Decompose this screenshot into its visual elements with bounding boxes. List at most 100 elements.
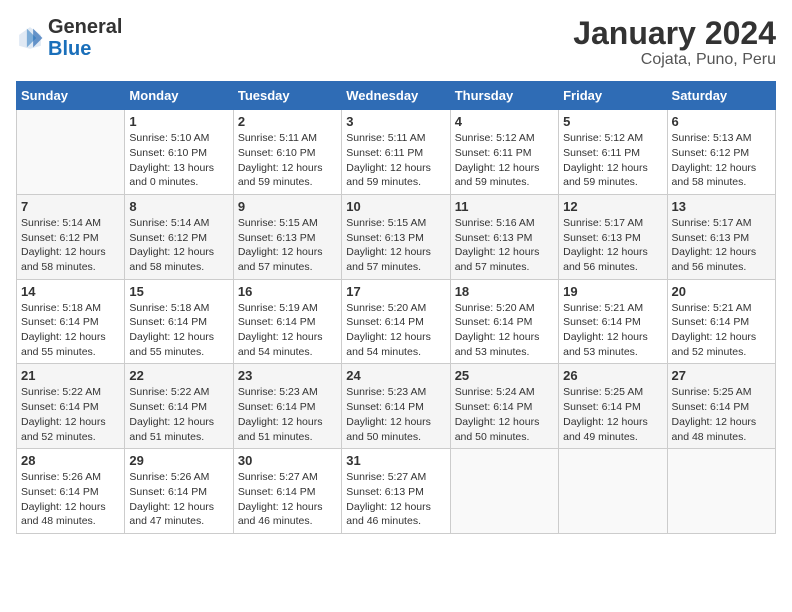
calendar-title: January 2024	[573, 16, 776, 51]
calendar-cell	[559, 449, 667, 534]
day-number: 13	[672, 199, 771, 214]
calendar-week-row: 28Sunrise: 5:26 AM Sunset: 6:14 PM Dayli…	[17, 449, 776, 534]
day-info: Sunrise: 5:23 AM Sunset: 6:14 PM Dayligh…	[238, 385, 337, 444]
calendar-cell	[17, 110, 125, 195]
calendar-cell: 10 Sunrise: 5:15 AM Sunset: 6:13 PM Dayli…	[342, 194, 450, 279]
day-info: Sunrise: 5:13 AM Sunset: 6:12 PM Dayligh…	[672, 131, 771, 190]
logo: General Blue	[16, 16, 122, 60]
day-info: Sunrise: 5:20 AM Sunset: 6:14 PM Dayligh…	[455, 301, 554, 360]
logo-icon	[16, 24, 44, 52]
day-info: Sunrise: 5:18 AM Sunset: 6:14 PM Dayligh…	[21, 301, 120, 360]
day-info: Sunrise: 5:21 AM Sunset: 6:14 PM Dayligh…	[672, 301, 771, 360]
day-number: 20	[672, 284, 771, 299]
day-number: 14	[21, 284, 120, 299]
day-info: Sunrise: 5:25 AM Sunset: 6:14 PM Dayligh…	[563, 385, 662, 444]
day-info: Sunrise: 5:17 AM Sunset: 6:13 PM Dayligh…	[672, 216, 771, 275]
calendar-cell: 1 Sunrise: 5:10 AM Sunset: 6:10 PM Daylig…	[125, 110, 233, 195]
calendar-cell: 8 Sunrise: 5:14 AM Sunset: 6:12 PM Daylig…	[125, 194, 233, 279]
calendar-cell: 13 Sunrise: 5:17 AM Sunset: 6:13 PM Dayli…	[667, 194, 775, 279]
calendar-cell: 29 Sunrise: 5:26 AM Sunset: 6:14 PM Dayli…	[125, 449, 233, 534]
calendar-cell: 9 Sunrise: 5:15 AM Sunset: 6:13 PM Daylig…	[233, 194, 341, 279]
logo-general: General	[48, 16, 122, 38]
day-info: Sunrise: 5:15 AM Sunset: 6:13 PM Dayligh…	[346, 216, 445, 275]
calendar-cell: 11Sunrise: 5:16 AM Sunset: 6:13 PM Dayli…	[450, 194, 558, 279]
calendar-subtitle: Cojata, Puno, Peru	[573, 51, 776, 69]
day-number: 5	[563, 114, 662, 129]
day-info: Sunrise: 5:26 AM Sunset: 6:14 PM Dayligh…	[21, 470, 120, 529]
calendar-header: SundayMondayTuesdayWednesdayThursdayFrid…	[17, 82, 776, 110]
calendar-cell: 15Sunrise: 5:18 AM Sunset: 6:14 PM Dayli…	[125, 279, 233, 364]
calendar-cell: 4 Sunrise: 5:12 AM Sunset: 6:11 PM Daylig…	[450, 110, 558, 195]
logo-text: General Blue	[48, 16, 122, 60]
day-number: 30	[238, 453, 337, 468]
calendar-cell: 27 Sunrise: 5:25 AM Sunset: 6:14 PM Dayli…	[667, 364, 775, 449]
page-header: General Blue January 2024 Cojata, Puno, …	[16, 16, 776, 69]
day-info: Sunrise: 5:10 AM Sunset: 6:10 PM Dayligh…	[129, 131, 228, 190]
calendar-cell: 28Sunrise: 5:26 AM Sunset: 6:14 PM Dayli…	[17, 449, 125, 534]
day-info: Sunrise: 5:24 AM Sunset: 6:14 PM Dayligh…	[455, 385, 554, 444]
col-header-saturday: Saturday	[667, 82, 775, 110]
day-number: 3	[346, 114, 445, 129]
day-number: 23	[238, 368, 337, 383]
calendar-cell: 22 Sunrise: 5:22 AM Sunset: 6:14 PM Dayli…	[125, 364, 233, 449]
day-number: 11	[455, 199, 554, 214]
calendar-cell: 3 Sunrise: 5:11 AM Sunset: 6:11 PM Daylig…	[342, 110, 450, 195]
calendar-cell: 31Sunrise: 5:27 AM Sunset: 6:13 PM Dayli…	[342, 449, 450, 534]
calendar-week-row: 1 Sunrise: 5:10 AM Sunset: 6:10 PM Daylig…	[17, 110, 776, 195]
calendar-body: 1 Sunrise: 5:10 AM Sunset: 6:10 PM Daylig…	[17, 110, 776, 534]
day-info: Sunrise: 5:22 AM Sunset: 6:14 PM Dayligh…	[129, 385, 228, 444]
day-number: 1	[129, 114, 228, 129]
col-header-wednesday: Wednesday	[342, 82, 450, 110]
day-number: 17	[346, 284, 445, 299]
day-number: 29	[129, 453, 228, 468]
calendar-cell: 24Sunrise: 5:23 AM Sunset: 6:14 PM Dayli…	[342, 364, 450, 449]
day-info: Sunrise: 5:21 AM Sunset: 6:14 PM Dayligh…	[563, 301, 662, 360]
day-number: 10	[346, 199, 445, 214]
day-number: 6	[672, 114, 771, 129]
logo-blue: Blue	[48, 38, 91, 60]
calendar-cell: 7Sunrise: 5:14 AM Sunset: 6:12 PM Daylig…	[17, 194, 125, 279]
col-header-monday: Monday	[125, 82, 233, 110]
day-number: 4	[455, 114, 554, 129]
day-info: Sunrise: 5:14 AM Sunset: 6:12 PM Dayligh…	[21, 216, 120, 275]
day-number: 27	[672, 368, 771, 383]
day-number: 26	[563, 368, 662, 383]
day-info: Sunrise: 5:12 AM Sunset: 6:11 PM Dayligh…	[455, 131, 554, 190]
calendar-cell	[667, 449, 775, 534]
calendar-cell: 21Sunrise: 5:22 AM Sunset: 6:14 PM Dayli…	[17, 364, 125, 449]
day-number: 9	[238, 199, 337, 214]
calendar-cell: 17Sunrise: 5:20 AM Sunset: 6:14 PM Dayli…	[342, 279, 450, 364]
calendar-cell: 23 Sunrise: 5:23 AM Sunset: 6:14 PM Dayli…	[233, 364, 341, 449]
day-info: Sunrise: 5:17 AM Sunset: 6:13 PM Dayligh…	[563, 216, 662, 275]
title-area: January 2024 Cojata, Puno, Peru	[573, 16, 776, 69]
day-number: 18	[455, 284, 554, 299]
day-number: 8	[129, 199, 228, 214]
col-header-friday: Friday	[559, 82, 667, 110]
day-number: 22	[129, 368, 228, 383]
calendar-cell	[450, 449, 558, 534]
col-header-sunday: Sunday	[17, 82, 125, 110]
day-info: Sunrise: 5:25 AM Sunset: 6:14 PM Dayligh…	[672, 385, 771, 444]
calendar-cell: 2 Sunrise: 5:11 AM Sunset: 6:10 PM Daylig…	[233, 110, 341, 195]
day-info: Sunrise: 5:11 AM Sunset: 6:11 PM Dayligh…	[346, 131, 445, 190]
calendar-week-row: 21Sunrise: 5:22 AM Sunset: 6:14 PM Dayli…	[17, 364, 776, 449]
day-info: Sunrise: 5:12 AM Sunset: 6:11 PM Dayligh…	[563, 131, 662, 190]
calendar-cell: 12 Sunrise: 5:17 AM Sunset: 6:13 PM Dayli…	[559, 194, 667, 279]
day-number: 16	[238, 284, 337, 299]
day-info: Sunrise: 5:15 AM Sunset: 6:13 PM Dayligh…	[238, 216, 337, 275]
day-info: Sunrise: 5:26 AM Sunset: 6:14 PM Dayligh…	[129, 470, 228, 529]
calendar-cell: 6 Sunrise: 5:13 AM Sunset: 6:12 PM Daylig…	[667, 110, 775, 195]
day-number: 12	[563, 199, 662, 214]
calendar-cell: 19Sunrise: 5:21 AM Sunset: 6:14 PM Dayli…	[559, 279, 667, 364]
calendar-cell: 20 Sunrise: 5:21 AM Sunset: 6:14 PM Dayli…	[667, 279, 775, 364]
header-row: SundayMondayTuesdayWednesdayThursdayFrid…	[17, 82, 776, 110]
day-info: Sunrise: 5:11 AM Sunset: 6:10 PM Dayligh…	[238, 131, 337, 190]
calendar-week-row: 14 Sunrise: 5:18 AM Sunset: 6:14 PM Dayli…	[17, 279, 776, 364]
day-info: Sunrise: 5:27 AM Sunset: 6:13 PM Dayligh…	[346, 470, 445, 529]
calendar-cell: 16Sunrise: 5:19 AM Sunset: 6:14 PM Dayli…	[233, 279, 341, 364]
calendar-cell: 30 Sunrise: 5:27 AM Sunset: 6:14 PM Dayli…	[233, 449, 341, 534]
day-number: 2	[238, 114, 337, 129]
day-info: Sunrise: 5:27 AM Sunset: 6:14 PM Dayligh…	[238, 470, 337, 529]
col-header-thursday: Thursday	[450, 82, 558, 110]
day-info: Sunrise: 5:14 AM Sunset: 6:12 PM Dayligh…	[129, 216, 228, 275]
